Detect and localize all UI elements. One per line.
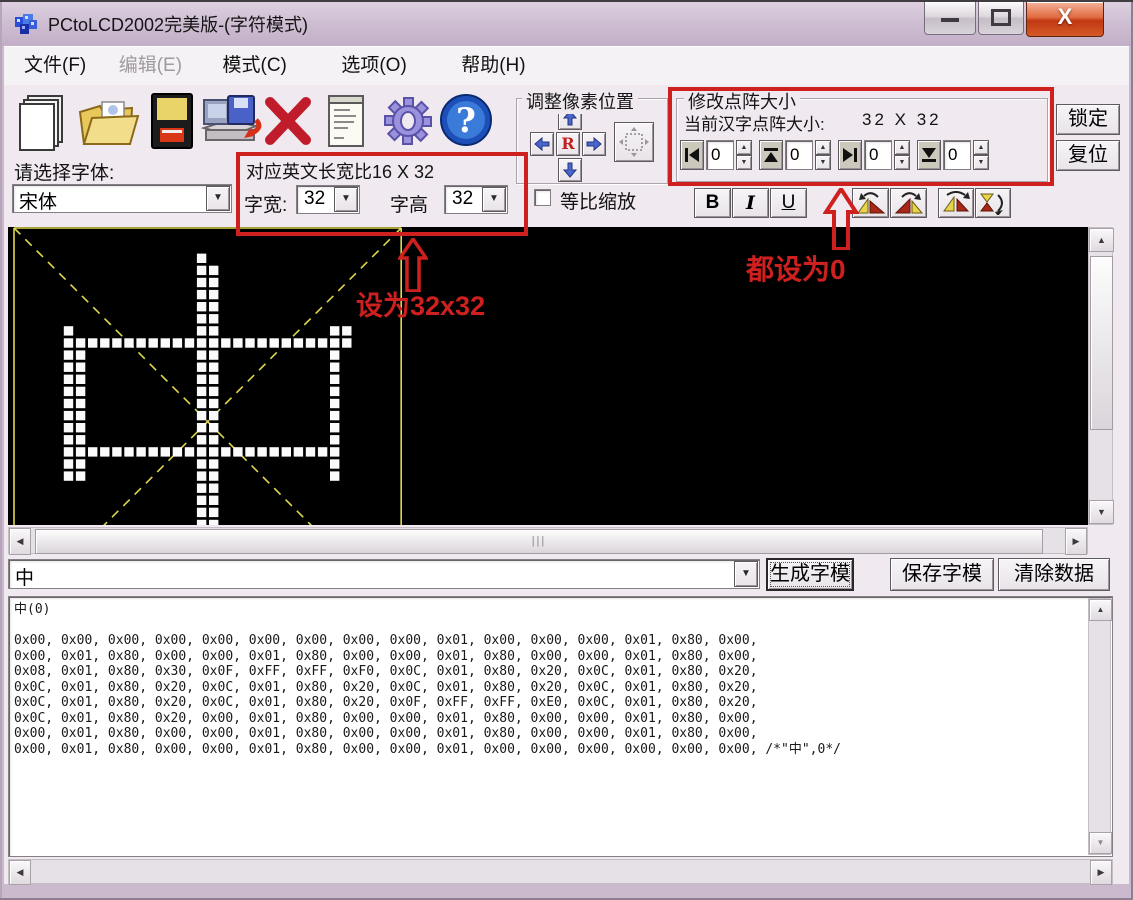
output-textarea[interactable]: 中(0) 0x00, 0x00, 0x00, 0x00, 0x00, 0x00,…: [8, 596, 1113, 857]
down-arrow-icon: [562, 162, 578, 178]
center-glyph-button[interactable]: [614, 122, 654, 162]
minimize-button[interactable]: [924, 2, 976, 35]
maximize-button[interactable]: [978, 2, 1024, 35]
rotate-left-icon: [856, 191, 886, 215]
move-right-button[interactable]: [582, 132, 606, 156]
scroll-left-icon[interactable]: ◀: [9, 528, 31, 555]
canvas-hscrollbar[interactable]: ◀ ||| ▶: [8, 527, 1088, 554]
lock-button[interactable]: 锁定: [1056, 104, 1120, 135]
notes-icon: [324, 92, 368, 150]
canvas-vscrollbar[interactable]: ▲ ▼: [1088, 227, 1113, 525]
proportional-scale-checkbox[interactable]: [534, 189, 551, 206]
flip-vertical-icon: [978, 191, 1008, 215]
r-label: R: [561, 134, 574, 153]
svg-text:?: ?: [456, 101, 476, 141]
menu-mode[interactable]: 模式(C): [209, 47, 301, 85]
flip-horizontal-button[interactable]: [938, 188, 974, 218]
scroll-up-icon[interactable]: ▲: [1089, 599, 1112, 621]
settings-gear-icon: [380, 92, 436, 150]
menu-bar: 文件(F) 编辑(E) 模式(C) 选项(O) 帮助(H): [4, 46, 1129, 86]
generate-font-button[interactable]: 生成字模: [766, 558, 854, 591]
char-input-dropdown-icon[interactable]: ▼: [734, 561, 758, 587]
move-left-button[interactable]: [530, 132, 554, 156]
canvas-vscroll-thumb[interactable]: [1090, 256, 1113, 430]
delete-icon: [262, 94, 314, 148]
reset-label: 复位: [1068, 144, 1108, 166]
clear-data-button[interactable]: 清除数据: [998, 558, 1110, 591]
menu-options[interactable]: 选项(O): [327, 47, 420, 85]
export-save-icon: [198, 92, 264, 152]
menu-file[interactable]: 文件(F): [10, 47, 100, 85]
scroll-up-icon[interactable]: ▲: [1089, 228, 1114, 252]
output-text: 中(0) 0x00, 0x00, 0x00, 0x00, 0x00, 0x00,…: [9, 597, 1112, 757]
export-save-button[interactable]: [198, 92, 264, 157]
char-input-value: 中: [15, 563, 34, 590]
save-icon: [148, 92, 196, 152]
app-window: { "window": { "title": "PCtoLCD2002完美版-(…: [0, 0, 1133, 900]
flip-vertical-button[interactable]: [975, 188, 1011, 218]
settings-button[interactable]: [380, 92, 436, 155]
zero-note-text: 都设为0: [746, 248, 846, 288]
zero-note-arrow: [823, 188, 859, 250]
dot-matrix-canvas[interactable]: [8, 227, 1088, 525]
center-frame-icon: [618, 126, 650, 158]
delete-button[interactable]: [262, 94, 314, 153]
output-vscrollbar[interactable]: ▲ ▼: [1088, 598, 1111, 855]
canvas-hscroll-thumb[interactable]: |||: [35, 529, 1043, 554]
rotate-right-icon: [894, 191, 924, 215]
output-hscrollbar[interactable]: ◀ ▶: [8, 859, 1113, 884]
font-select-dropdown-icon[interactable]: ▼: [206, 186, 230, 211]
underline-label: U: [782, 192, 796, 213]
generate-font-label: 生成字模: [770, 563, 850, 585]
open-file-icon: [78, 94, 140, 150]
save-font-label: 保存字模: [902, 563, 982, 585]
matrix-size-highlight-box: [668, 87, 1054, 186]
font-select[interactable]: 宋体 ▼: [12, 184, 232, 213]
app-icon: [12, 11, 40, 39]
move-down-button[interactable]: [558, 158, 582, 182]
italic-label: I: [746, 192, 755, 214]
rotate-right-button[interactable]: [890, 188, 927, 218]
notes-button[interactable]: [324, 92, 368, 155]
menu-edit[interactable]: 编辑(E): [105, 47, 196, 85]
bold-label: B: [706, 192, 720, 213]
help-button[interactable]: ?: [438, 92, 494, 153]
reset-button[interactable]: 复位: [1056, 140, 1120, 171]
left-arrow-icon: [534, 136, 550, 152]
bold-button[interactable]: B: [694, 188, 731, 218]
char-input[interactable]: 中 ▼: [8, 559, 760, 589]
size-note-text: 设为32x32: [356, 284, 485, 323]
reset-position-button[interactable]: R: [556, 132, 580, 156]
flip-horizontal-icon: [941, 191, 971, 215]
scroll-down-icon[interactable]: ▼: [1089, 500, 1114, 524]
underline-button[interactable]: U: [770, 188, 807, 218]
menu-help[interactable]: 帮助(H): [447, 47, 539, 85]
right-arrow-icon: [586, 136, 602, 152]
new-file-button[interactable]: [16, 92, 70, 157]
char-size-highlight-box: [236, 152, 528, 236]
close-icon: X: [1058, 4, 1073, 29]
scroll-down-icon[interactable]: ▼: [1089, 832, 1112, 854]
save-font-button[interactable]: 保存字模: [890, 558, 994, 591]
adjust-position-label: 调整像素位置: [522, 88, 638, 114]
clear-data-label: 清除数据: [1014, 563, 1094, 585]
proportional-scale-label: 等比缩放: [560, 187, 636, 214]
help-icon: ?: [438, 92, 494, 148]
select-font-label: 请选择字体:: [14, 158, 114, 185]
font-select-value: 宋体: [19, 187, 57, 214]
window-title: PCtoLCD2002完美版-(字符模式): [48, 2, 308, 46]
maximize-icon: [991, 9, 1011, 26]
italic-button[interactable]: I: [732, 188, 769, 218]
new-file-icon: [16, 92, 70, 152]
scroll-left-icon[interactable]: ◀: [9, 860, 31, 885]
dot-matrix-grid: [8, 227, 1088, 525]
lock-label: 锁定: [1068, 108, 1108, 130]
scroll-right-icon[interactable]: ▶: [1090, 860, 1112, 885]
save-button[interactable]: [148, 92, 196, 157]
open-file-button[interactable]: [78, 94, 140, 155]
minimize-icon: [941, 18, 959, 22]
close-button[interactable]: X: [1026, 2, 1104, 37]
scroll-right-icon[interactable]: ▶: [1065, 528, 1087, 555]
